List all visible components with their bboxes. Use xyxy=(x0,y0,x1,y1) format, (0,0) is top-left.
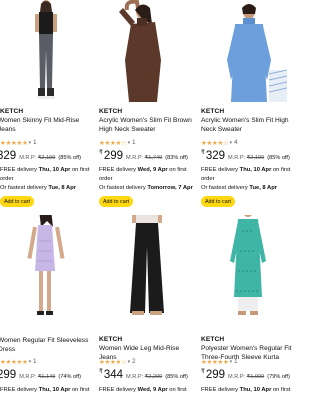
product-title[interactable]: Acrylic Women's Slim Fit High Neck Sweat… xyxy=(201,117,289,134)
product-image[interactable] xyxy=(0,0,93,102)
add-to-cart-button[interactable]: Add to cart xyxy=(0,196,34,207)
star-rating-icon: ★★★★★ xyxy=(0,140,28,147)
price: 329 xyxy=(0,150,17,162)
rating[interactable]: ★★★★☆ ▾ 2 xyxy=(99,358,135,366)
chevron-down-icon: ▾ xyxy=(229,359,233,365)
chevron-down-icon: ▾ xyxy=(127,140,131,146)
brand-name: KETCH xyxy=(201,336,225,343)
product-title[interactable]: Acrylic Women's Slim Fit Brown High Neck… xyxy=(99,117,192,134)
rating[interactable]: ★★★★★ ▾ 1 xyxy=(201,358,237,366)
mrp: M.R.P: ₹1,149 xyxy=(19,374,56,380)
star-rating-icon: ★★★★☆ xyxy=(99,359,127,366)
brand-name: KETCH xyxy=(0,108,24,115)
product-image[interactable] xyxy=(98,215,196,317)
price: 299 xyxy=(0,369,17,381)
product-card[interactable]: Women Regular Fit Sleeveless Dress ★★★★★… xyxy=(0,215,93,400)
chevron-down-icon: ▾ xyxy=(28,140,32,146)
discount: (85% off) xyxy=(267,155,290,161)
price-row: ₹ 329 M.R.P: ₹2,199 (85% off) xyxy=(201,150,290,162)
brand-name: KETCH xyxy=(201,108,225,115)
delivery-info: FREE delivery Wed, 9 Apr on first order … xyxy=(99,167,193,191)
mrp: M.R.P: ₹2,199 xyxy=(19,155,56,161)
currency-symbol: ₹ xyxy=(201,369,205,375)
model-teal-kurta-image xyxy=(229,215,266,315)
rating[interactable]: ★★★★☆ ▾ 1 xyxy=(99,139,135,147)
product-grid: KETCH Women Skinny Fit Mid-Rise Jeans ★★… xyxy=(0,0,294,400)
product-card[interactable]: KETCH Polyester Women's Regular Fit Thre… xyxy=(199,215,294,400)
rating-count: 1 xyxy=(132,140,136,146)
product-card[interactable]: KETCH Women Skinny Fit Mid-Rise Jeans ★★… xyxy=(0,0,93,215)
chevron-down-icon: ▾ xyxy=(28,359,32,365)
mrp: M.R.P: ₹1,999 xyxy=(228,374,265,380)
discount: (85% off) xyxy=(165,374,188,380)
model-blue-sweater-image xyxy=(226,4,287,102)
rating[interactable]: ★★★★★ ▾ 1 xyxy=(0,358,36,366)
rating-count: 2 xyxy=(132,359,136,365)
star-rating-icon: ★★★★★ xyxy=(0,359,28,366)
add-to-cart-button[interactable]: Add to cart xyxy=(99,196,133,207)
price: 344 xyxy=(103,369,124,381)
price-row: 329 M.R.P: ₹2,199 (85% off) xyxy=(0,150,81,162)
mrp: M.R.P: ₹1,749 xyxy=(126,155,163,161)
product-title[interactable]: Women Skinny Fit Mid-Rise Jeans xyxy=(0,117,79,134)
product-card[interactable]: KETCH Women Wide Leg Mid-Rise Jeans ★★★★… xyxy=(98,215,198,400)
rating-count: 1 xyxy=(234,359,238,365)
delivery-info: FREE delivery Thu, 10 Apr on first xyxy=(201,387,291,393)
product-image[interactable] xyxy=(98,0,196,102)
currency-symbol: ₹ xyxy=(99,369,103,375)
brand-name: KETCH xyxy=(99,336,123,343)
delivery-info: FREE delivery Thu, 10 Apr on first xyxy=(0,387,90,393)
mrp: M.R.P: ₹2,299 xyxy=(126,374,163,380)
star-rating-icon: ★★★★★ xyxy=(201,359,229,366)
product-card[interactable]: KETCH Acrylic Women's Slim Fit High Neck… xyxy=(199,0,294,215)
currency-symbol: ₹ xyxy=(201,150,205,156)
rating-count: 4 xyxy=(234,140,238,146)
product-image[interactable] xyxy=(199,215,294,317)
model-brown-sweater-image xyxy=(119,0,161,102)
rating[interactable]: ★★★★★ ▾ 1 xyxy=(0,139,36,147)
price: 299 xyxy=(205,369,226,381)
product-image[interactable] xyxy=(0,215,93,317)
add-to-cart-button[interactable]: Add to cart xyxy=(201,196,235,207)
price-row: ₹ 299 M.R.P: ₹1,999 (79% off) xyxy=(201,369,290,381)
discount: (85% off) xyxy=(58,155,81,161)
price-row: ₹ 299 M.R.P: ₹1,749 (83% off) xyxy=(99,150,188,162)
currency-symbol: ₹ xyxy=(99,150,103,156)
product-card[interactable]: KETCH Acrylic Women's Slim Fit Brown Hig… xyxy=(98,0,198,215)
delivery-info: FREE delivery Thu, 10 Apr on first order… xyxy=(201,167,291,191)
price-row: 299 M.R.P: ₹1,149 (74% off) xyxy=(0,369,81,381)
model-skinny-jeans-image xyxy=(34,0,57,99)
discount: (79% off) xyxy=(267,374,290,380)
product-title[interactable]: Women Regular Fit Sleeveless Dress xyxy=(0,337,88,354)
delivery-info: FREE delivery Thu, 10 Apr on first order… xyxy=(0,167,90,191)
rating-count: 1 xyxy=(33,140,37,146)
model-lavender-dress-image xyxy=(26,215,65,315)
star-rating-icon: ★★★★☆ xyxy=(99,140,127,147)
price-row: ₹ 344 M.R.P: ₹2,299 (85% off) xyxy=(99,369,188,381)
product-image[interactable] xyxy=(199,0,294,102)
rating[interactable]: ★★★★☆ ▾ 4 xyxy=(201,139,237,147)
mrp: M.R.P: ₹2,199 xyxy=(228,155,265,161)
star-rating-icon: ★★★★☆ xyxy=(201,140,229,147)
chevron-down-icon: ▾ xyxy=(229,140,233,146)
price: 329 xyxy=(205,150,226,162)
discount: (83% off) xyxy=(165,155,188,161)
rating-count: 1 xyxy=(33,359,37,365)
price: 299 xyxy=(103,150,124,162)
delivery-info: FREE delivery Wed, 9 Apr on first xyxy=(99,387,187,393)
model-wide-leg-jeans-image xyxy=(130,215,164,315)
chevron-down-icon: ▾ xyxy=(127,359,131,365)
discount: (74% off) xyxy=(58,374,81,380)
brand-name: KETCH xyxy=(99,108,123,115)
